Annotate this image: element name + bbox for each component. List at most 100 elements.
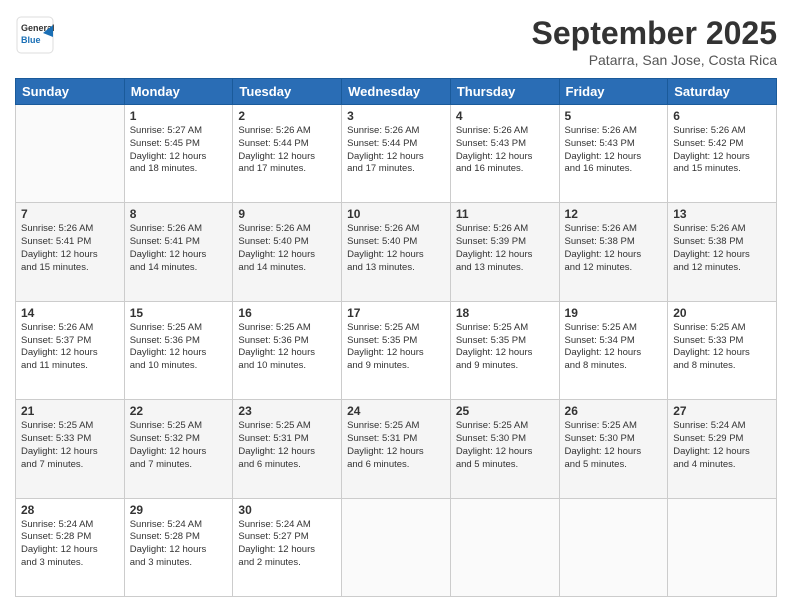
day-info: Sunrise: 5:25 AM Sunset: 5:32 PM Dayligh… [130, 420, 228, 471]
day-info: Sunrise: 5:24 AM Sunset: 5:28 PM Dayligh… [130, 519, 228, 570]
location: Patarra, San Jose, Costa Rica [532, 52, 777, 68]
calendar-cell: 1Sunrise: 5:27 AM Sunset: 5:45 PM Daylig… [124, 105, 233, 203]
calendar-cell: 26Sunrise: 5:25 AM Sunset: 5:30 PM Dayli… [559, 400, 668, 498]
day-number: 18 [456, 306, 554, 320]
day-number: 7 [21, 207, 119, 221]
calendar-cell: 5Sunrise: 5:26 AM Sunset: 5:43 PM Daylig… [559, 105, 668, 203]
day-info: Sunrise: 5:25 AM Sunset: 5:33 PM Dayligh… [673, 322, 771, 373]
calendar-cell: 9Sunrise: 5:26 AM Sunset: 5:40 PM Daylig… [233, 203, 342, 301]
calendar-cell: 28 Sunrise: 5:24 AM Sunset: 5:28 PM Dayli… [16, 498, 125, 596]
calendar-cell: 15 Sunrise: 5:25 AM Sunset: 5:36 PM Dayli… [124, 301, 233, 399]
day-number: 26 [565, 404, 663, 418]
day-number: 16 [238, 306, 336, 320]
day-number: 10 [347, 207, 445, 221]
day-info: Sunrise: 5:26 AM Sunset: 5:41 PM Dayligh… [21, 223, 119, 274]
calendar-cell: 27 Sunrise: 5:24 AM Sunset: 5:29 PM Dayli… [668, 400, 777, 498]
calendar: SundayMondayTuesdayWednesdayThursdayFrid… [15, 78, 777, 597]
day-number: 17 [347, 306, 445, 320]
svg-text:Blue: Blue [21, 35, 41, 45]
day-info: Sunrise: 5:24 AM Sunset: 5:27 PM Dayligh… [238, 519, 336, 570]
day-number: 28 [21, 503, 119, 517]
calendar-cell [450, 498, 559, 596]
calendar-cell: 3Sunrise: 5:26 AM Sunset: 5:44 PM Daylig… [342, 105, 451, 203]
day-number: 24 [347, 404, 445, 418]
month-title: September 2025 [532, 15, 777, 52]
calendar-cell [16, 105, 125, 203]
day-number: 14 [21, 306, 119, 320]
calendar-week-row: 14 Sunrise: 5:26 AM Sunset: 5:37 PM Dayli… [16, 301, 777, 399]
day-info: Sunrise: 5:25 AM Sunset: 5:36 PM Dayligh… [238, 322, 336, 373]
day-number: 6 [673, 109, 771, 123]
day-number: 8 [130, 207, 228, 221]
day-number: 30 [238, 503, 336, 517]
day-number: 5 [565, 109, 663, 123]
day-number: 22 [130, 404, 228, 418]
calendar-cell: 13 Sunrise: 5:26 AM Sunset: 5:38 PM Dayli… [668, 203, 777, 301]
calendar-week-row: 1Sunrise: 5:27 AM Sunset: 5:45 PM Daylig… [16, 105, 777, 203]
title-section: September 2025 Patarra, San Jose, Costa … [532, 15, 777, 68]
calendar-week-row: 21 Sunrise: 5:25 AM Sunset: 5:33 PM Dayli… [16, 400, 777, 498]
calendar-cell: 2 Sunrise: 5:26 AM Sunset: 5:44 PM Daylig… [233, 105, 342, 203]
day-info: Sunrise: 5:25 AM Sunset: 5:36 PM Dayligh… [130, 322, 228, 373]
weekday-header: Thursday [450, 79, 559, 105]
day-number: 2 [238, 109, 336, 123]
day-number: 12 [565, 207, 663, 221]
day-number: 21 [21, 404, 119, 418]
day-number: 19 [565, 306, 663, 320]
calendar-cell: 21 Sunrise: 5:25 AM Sunset: 5:33 PM Dayli… [16, 400, 125, 498]
calendar-cell: 20 Sunrise: 5:25 AM Sunset: 5:33 PM Dayli… [668, 301, 777, 399]
calendar-cell: 8Sunrise: 5:26 AM Sunset: 5:41 PM Daylig… [124, 203, 233, 301]
calendar-cell [342, 498, 451, 596]
weekday-header: Friday [559, 79, 668, 105]
day-number: 25 [456, 404, 554, 418]
day-info: Sunrise: 5:25 AM Sunset: 5:35 PM Dayligh… [456, 322, 554, 373]
calendar-cell: 30 Sunrise: 5:24 AM Sunset: 5:27 PM Dayli… [233, 498, 342, 596]
day-number: 29 [130, 503, 228, 517]
day-info: Sunrise: 5:24 AM Sunset: 5:29 PM Dayligh… [673, 420, 771, 471]
calendar-cell: 24 Sunrise: 5:25 AM Sunset: 5:31 PM Dayli… [342, 400, 451, 498]
calendar-cell: 16 Sunrise: 5:25 AM Sunset: 5:36 PM Dayli… [233, 301, 342, 399]
day-number: 20 [673, 306, 771, 320]
logo-icon: General Blue [15, 15, 55, 55]
weekday-header: Wednesday [342, 79, 451, 105]
day-info: Sunrise: 5:26 AM Sunset: 5:38 PM Dayligh… [673, 223, 771, 274]
day-info: Sunrise: 5:26 AM Sunset: 5:38 PM Dayligh… [565, 223, 663, 274]
day-info: Sunrise: 5:26 AM Sunset: 5:44 PM Dayligh… [347, 125, 445, 176]
calendar-cell: 29 Sunrise: 5:24 AM Sunset: 5:28 PM Dayli… [124, 498, 233, 596]
calendar-cell: 18 Sunrise: 5:25 AM Sunset: 5:35 PM Dayli… [450, 301, 559, 399]
calendar-cell [668, 498, 777, 596]
calendar-cell: 14 Sunrise: 5:26 AM Sunset: 5:37 PM Dayli… [16, 301, 125, 399]
calendar-cell: 4 Sunrise: 5:26 AM Sunset: 5:43 PM Daylig… [450, 105, 559, 203]
day-number: 13 [673, 207, 771, 221]
day-number: 15 [130, 306, 228, 320]
day-info: Sunrise: 5:26 AM Sunset: 5:39 PM Dayligh… [456, 223, 554, 274]
logo: General Blue [15, 15, 55, 60]
calendar-cell: 25Sunrise: 5:25 AM Sunset: 5:30 PM Dayli… [450, 400, 559, 498]
day-info: Sunrise: 5:24 AM Sunset: 5:28 PM Dayligh… [21, 519, 119, 570]
day-info: Sunrise: 5:25 AM Sunset: 5:31 PM Dayligh… [347, 420, 445, 471]
day-info: Sunrise: 5:26 AM Sunset: 5:43 PM Dayligh… [456, 125, 554, 176]
calendar-cell: 23 Sunrise: 5:25 AM Sunset: 5:31 PM Dayli… [233, 400, 342, 498]
day-info: Sunrise: 5:26 AM Sunset: 5:37 PM Dayligh… [21, 322, 119, 373]
day-number: 11 [456, 207, 554, 221]
day-info: Sunrise: 5:26 AM Sunset: 5:44 PM Dayligh… [238, 125, 336, 176]
calendar-week-row: 28 Sunrise: 5:24 AM Sunset: 5:28 PM Dayli… [16, 498, 777, 596]
weekday-header-row: SundayMondayTuesdayWednesdayThursdayFrid… [16, 79, 777, 105]
header: General Blue September 2025 Patarra, San… [15, 15, 777, 68]
day-info: Sunrise: 5:25 AM Sunset: 5:33 PM Dayligh… [21, 420, 119, 471]
weekday-header: Saturday [668, 79, 777, 105]
day-info: Sunrise: 5:25 AM Sunset: 5:35 PM Dayligh… [347, 322, 445, 373]
calendar-cell: 12 Sunrise: 5:26 AM Sunset: 5:38 PM Dayli… [559, 203, 668, 301]
day-number: 27 [673, 404, 771, 418]
day-number: 23 [238, 404, 336, 418]
day-info: Sunrise: 5:25 AM Sunset: 5:34 PM Dayligh… [565, 322, 663, 373]
calendar-cell: 19 Sunrise: 5:25 AM Sunset: 5:34 PM Dayli… [559, 301, 668, 399]
day-number: 4 [456, 109, 554, 123]
calendar-cell: 22 Sunrise: 5:25 AM Sunset: 5:32 PM Dayli… [124, 400, 233, 498]
day-info: Sunrise: 5:25 AM Sunset: 5:31 PM Dayligh… [238, 420, 336, 471]
calendar-week-row: 7 Sunrise: 5:26 AM Sunset: 5:41 PM Daylig… [16, 203, 777, 301]
calendar-cell: 10Sunrise: 5:26 AM Sunset: 5:40 PM Dayli… [342, 203, 451, 301]
calendar-cell: 6Sunrise: 5:26 AM Sunset: 5:42 PM Daylig… [668, 105, 777, 203]
weekday-header: Monday [124, 79, 233, 105]
day-number: 1 [130, 109, 228, 123]
